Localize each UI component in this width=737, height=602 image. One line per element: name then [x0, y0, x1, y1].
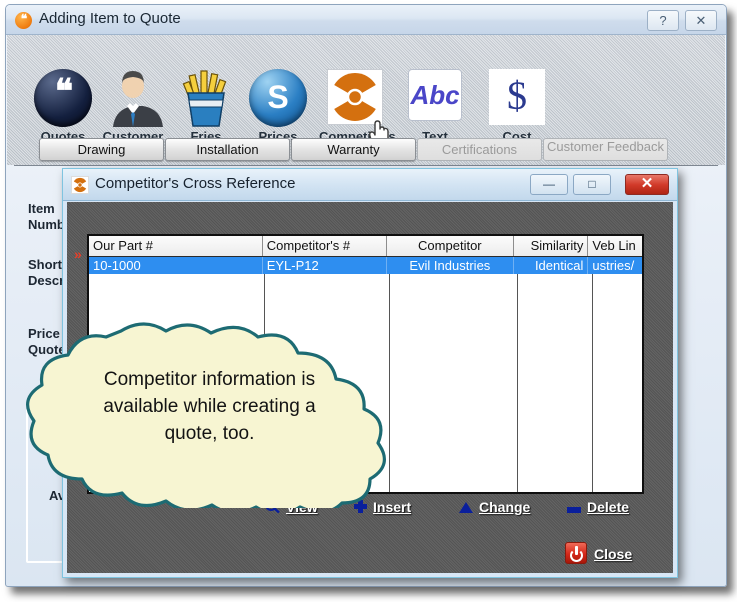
quotes-icon: ❝: [31, 69, 95, 127]
tab-installation[interactable]: Installation: [165, 138, 290, 161]
radiation-icon: [71, 176, 89, 194]
cost-dollar-icon: $: [485, 69, 549, 127]
close-button[interactable]: Close: [565, 542, 632, 568]
tab-warranty[interactable]: Warranty: [291, 138, 416, 161]
change-label: Change: [479, 499, 531, 515]
grid-column-header-competitor[interactable]: Competitor: [387, 236, 514, 256]
window-titlebar[interactable]: ❝ Adding Item to Quote ? ✕: [6, 5, 726, 35]
grid-column-header-competitor-num[interactable]: Competitor's #: [263, 236, 387, 256]
grid-column-divider: [517, 274, 518, 492]
dialog-titlebar[interactable]: Competitor's Cross Reference — □ ✕: [63, 169, 677, 201]
grid-header-row: Our Part # Competitor's # Competitor Sim…: [89, 236, 642, 257]
tab-customer-feedback: Customer Feedback: [543, 138, 668, 161]
cell-our-part: 10-1000: [89, 257, 263, 274]
tab-drawing[interactable]: Drawing: [39, 138, 164, 161]
table-row[interactable]: 10-1000 EYL-P12 Evil Industries Identica…: [89, 257, 642, 274]
close-icon[interactable]: ✕: [625, 174, 669, 195]
callout-text: Competitor information is available whil…: [103, 369, 316, 444]
customer-icon: [101, 69, 165, 127]
grid-column-header-our-part[interactable]: Our Part #: [89, 236, 263, 256]
triangle-icon: [459, 502, 473, 513]
cell-similarity: Identical: [514, 257, 589, 274]
dialog-title: Competitor's Cross Reference: [95, 175, 296, 192]
grid-column-header-similarity[interactable]: Similarity: [514, 236, 589, 256]
grid-column-header-web-link[interactable]: Veb Lin: [588, 236, 642, 256]
abc-text-icon: Abc: [403, 69, 467, 127]
close-icon[interactable]: ✕: [685, 10, 717, 31]
cell-competitor: Evil Industries: [387, 257, 514, 274]
window-title: Adding Item to Quote: [39, 10, 181, 27]
change-button[interactable]: Change: [459, 499, 530, 519]
maximize-icon[interactable]: □: [573, 174, 611, 195]
cell-competitor-num: EYL-P12: [263, 257, 387, 274]
fries-icon: [174, 69, 238, 127]
delete-label: Delete: [587, 499, 630, 515]
prices-icon: S: [246, 69, 310, 127]
minus-icon: [567, 507, 581, 513]
section-divider: [14, 165, 718, 166]
tab-certifications: Certifications: [417, 138, 542, 161]
close-button-label: Close: [594, 546, 633, 562]
help-button[interactable]: ?: [647, 10, 679, 31]
power-icon: [565, 542, 587, 564]
quotes-icon: ❝: [15, 12, 32, 29]
cell-web-link: ustries/: [592, 258, 635, 273]
grid-column-divider: [592, 274, 593, 492]
row-indicator-marker: »: [74, 246, 82, 262]
callout-cloud: Competitor information is available whil…: [22, 318, 397, 516]
delete-button[interactable]: Delete: [567, 499, 629, 519]
minimize-icon[interactable]: —: [530, 174, 568, 195]
